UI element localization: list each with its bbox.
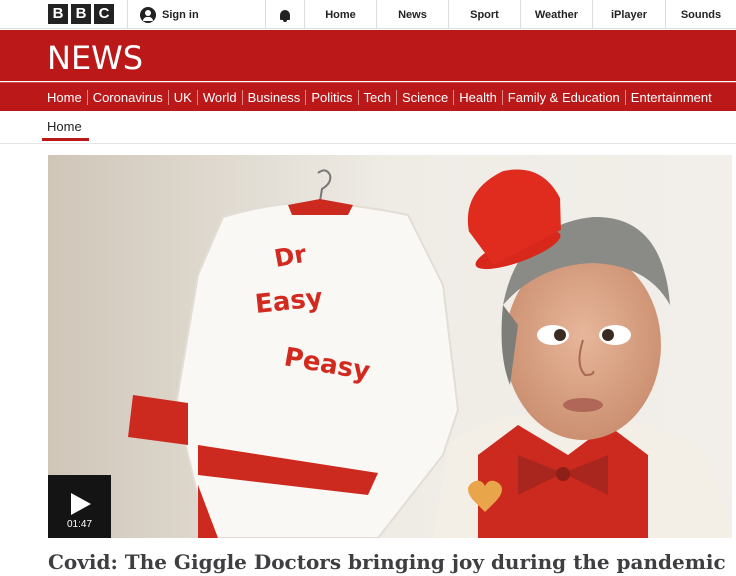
section-nav-science[interactable]: Science (397, 89, 455, 105)
video-player[interactable]: Dr Easy Peasy 01:47 (48, 155, 732, 538)
masthead-nav: Home News Sport Weather iPlayer Sounds (305, 0, 736, 29)
masthead-link-weather[interactable]: Weather (521, 0, 593, 29)
section-nav-home[interactable]: Home (47, 89, 88, 105)
notifications-button[interactable] (265, 0, 305, 29)
section-nav: Home Coronavirus UK World Business Polit… (0, 82, 736, 111)
bbc-logo-block: B (71, 4, 91, 24)
bbc-logo-block: C (94, 4, 114, 24)
tab-home[interactable]: Home (47, 119, 82, 134)
play-icon (71, 493, 91, 515)
section-nav-politics[interactable]: Politics (306, 89, 359, 105)
masthead-link-iplayer[interactable]: iPlayer (593, 0, 666, 29)
article-headline[interactable]: Covid: The Giggle Doctors bringing joy d… (48, 550, 726, 574)
video-duration: 01:47 (66, 519, 93, 530)
masthead-link-sport[interactable]: Sport (449, 0, 521, 29)
bbc-masthead: B B C Sign in Home News Sport Weather iP… (0, 0, 736, 29)
svg-text:Dr: Dr (272, 240, 308, 273)
news-logo[interactable]: NEWS (47, 39, 143, 77)
bbc-logo-block: B (48, 4, 68, 24)
masthead-link-sounds[interactable]: Sounds (666, 0, 736, 29)
masthead-link-news[interactable]: News (377, 0, 449, 29)
active-tab-indicator (42, 138, 89, 141)
video-still: Dr Easy Peasy (48, 155, 732, 538)
sub-nav: Home (0, 112, 736, 144)
play-button[interactable]: 01:47 (48, 475, 111, 538)
section-nav-entertainment[interactable]: Entertainment (626, 90, 717, 105)
masthead-link-home[interactable]: Home (305, 0, 377, 29)
bell-icon (280, 9, 291, 22)
section-nav-tech[interactable]: Tech (359, 89, 397, 105)
section-nav-business[interactable]: Business (243, 89, 307, 105)
bbc-logo[interactable]: B B C (0, 0, 127, 28)
section-nav-family-education[interactable]: Family & Education (503, 89, 626, 105)
news-banner: NEWS (0, 30, 736, 81)
section-nav-health[interactable]: Health (454, 89, 503, 105)
sign-in-button[interactable]: Sign in (127, 0, 265, 29)
section-nav-coronavirus[interactable]: Coronavirus (88, 89, 169, 105)
sign-in-label: Sign in (162, 8, 199, 21)
section-nav-uk[interactable]: UK (169, 89, 198, 105)
section-nav-world[interactable]: World (198, 89, 243, 105)
user-icon (140, 6, 157, 23)
